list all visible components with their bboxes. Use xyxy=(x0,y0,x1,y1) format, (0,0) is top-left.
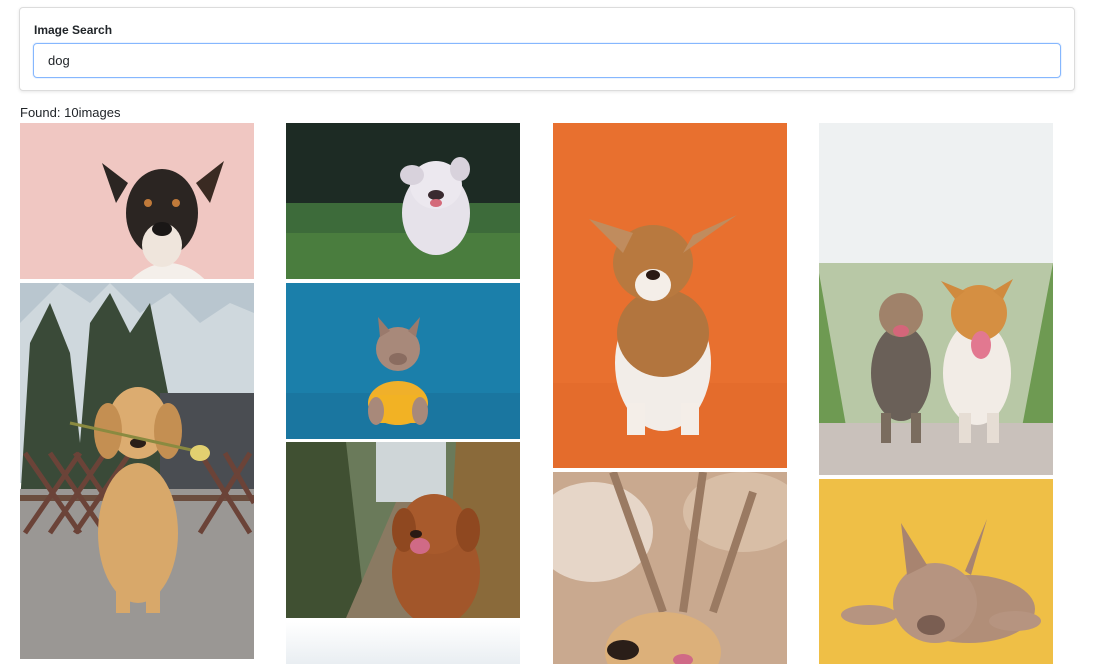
search-card: Image Search xyxy=(19,7,1075,91)
image-result-4[interactable] xyxy=(286,283,520,439)
image-result-5[interactable] xyxy=(286,442,520,618)
results-count: Found: 10images xyxy=(20,105,120,120)
image-result-10[interactable] xyxy=(819,479,1053,664)
image-result-9[interactable] xyxy=(819,123,1053,475)
found-suffix: images xyxy=(78,105,121,120)
image-result-1[interactable] xyxy=(20,123,254,279)
found-count: 10 xyxy=(64,105,79,120)
search-label: Image Search xyxy=(34,23,113,37)
image-result-8[interactable] xyxy=(553,472,787,664)
image-result-2[interactable] xyxy=(20,283,254,659)
image-result-7[interactable] xyxy=(553,123,787,468)
found-prefix: Found: xyxy=(20,105,65,120)
image-result-6[interactable] xyxy=(286,622,520,664)
search-input[interactable] xyxy=(33,43,1061,78)
image-result-3[interactable] xyxy=(286,123,520,279)
